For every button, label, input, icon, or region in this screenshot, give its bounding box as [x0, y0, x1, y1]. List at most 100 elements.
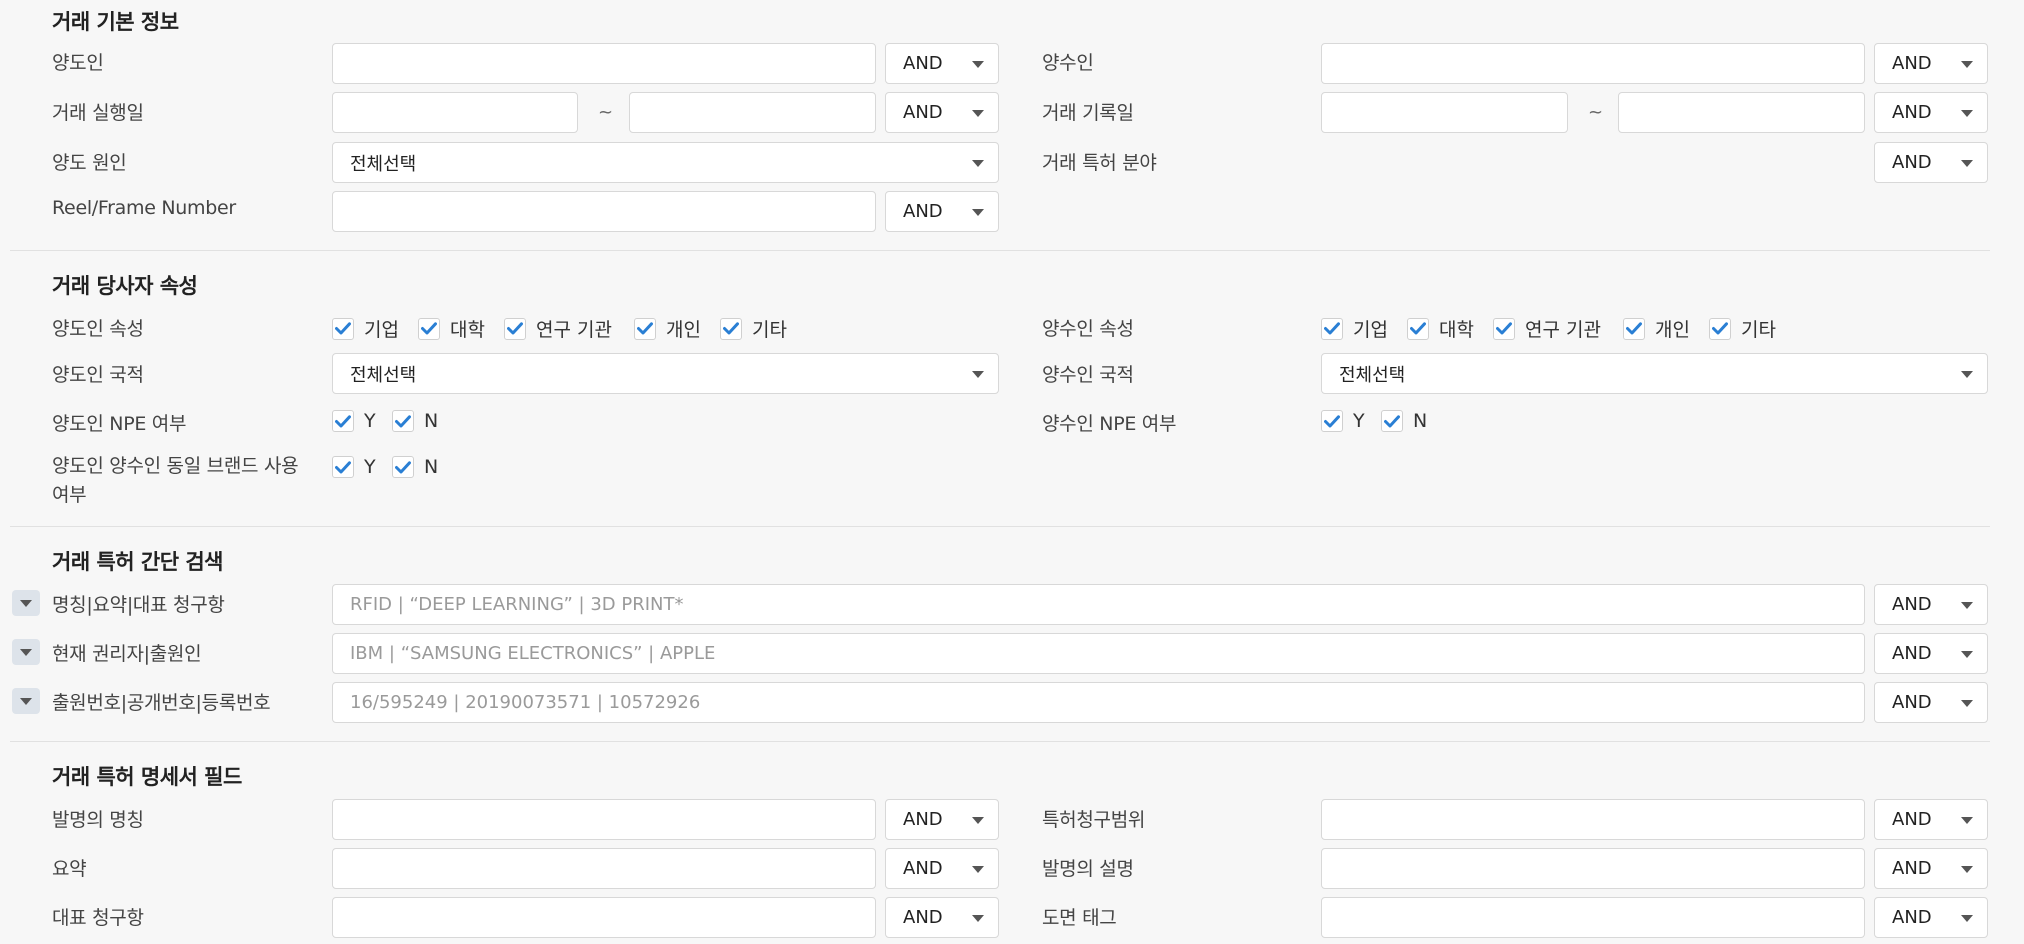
- op-value: AND: [1892, 643, 1932, 664]
- invention-title-label: 발명의 명칭: [52, 809, 144, 831]
- reason-select[interactable]: 전체선택: [332, 142, 999, 183]
- chevron-down-icon: [972, 61, 984, 68]
- date-range-separator: ~: [1588, 102, 1604, 123]
- abstract-label: 요약: [52, 858, 87, 880]
- exec-date-to-input[interactable]: [629, 92, 876, 133]
- assignee-attr-checkbox-3[interactable]: 개인: [1623, 315, 1690, 342]
- record-date-op-select[interactable]: AND: [1874, 92, 1988, 133]
- assignee-attr-checkbox-0[interactable]: 기업: [1321, 315, 1388, 342]
- drawing-tag-op-select[interactable]: AND: [1874, 897, 1988, 938]
- assignee-input[interactable]: [1321, 43, 1865, 84]
- assignor-input[interactable]: [332, 43, 876, 84]
- drawing-tag-input[interactable]: [1321, 897, 1865, 938]
- same-brand-label: 양도인 양수인 동일 브랜드 사용 여부: [52, 455, 299, 506]
- checkbox-label: 연구 기관: [536, 319, 612, 341]
- number-label: 출원번호|공개번호|등록번호: [52, 692, 271, 714]
- expand-toggle-button[interactable]: [12, 639, 40, 665]
- invention-title-input[interactable]: [332, 799, 876, 840]
- assignee-attr-checkbox-1[interactable]: 대학: [1407, 315, 1474, 342]
- assignor-attr-checkbox-4[interactable]: 기타: [720, 315, 787, 342]
- assignee-attr-checkbox-4[interactable]: 기타: [1709, 315, 1776, 342]
- no-checkbox-2[interactable]: N: [392, 456, 438, 478]
- select-value: 전체선택: [1339, 364, 1406, 386]
- exec-date-op-select[interactable]: AND: [885, 92, 999, 133]
- reel-op-select[interactable]: AND: [885, 191, 999, 232]
- record-date-label: 거래 기록일: [1042, 102, 1134, 124]
- exec-date-from-input[interactable]: [332, 92, 578, 133]
- assignee-attr-checkbox-2[interactable]: 연구 기관: [1493, 315, 1601, 342]
- abstract-input[interactable]: [332, 848, 876, 889]
- invention-title-op-select[interactable]: AND: [885, 799, 999, 840]
- chevron-down-icon: [1961, 866, 1973, 873]
- claims-op-select[interactable]: AND: [1874, 799, 1988, 840]
- chevron-down-icon: [1961, 700, 1973, 707]
- op-value: AND: [1892, 809, 1932, 830]
- assignee-op-select[interactable]: AND: [1874, 43, 1988, 84]
- abstract-op-select[interactable]: AND: [885, 848, 999, 889]
- chevron-down-icon: [972, 110, 984, 117]
- section-divider: [10, 741, 1990, 742]
- assignor-nat-select[interactable]: 전체선택: [332, 353, 999, 394]
- expand-toggle-button[interactable]: [12, 590, 40, 616]
- field-op-select[interactable]: AND: [1874, 142, 1988, 183]
- chevron-down-icon: [972, 915, 984, 922]
- checkbox-label: 기업: [364, 319, 399, 341]
- chevron-down-icon: [972, 817, 984, 824]
- assignor-attr-checkbox-1[interactable]: 대학: [418, 315, 485, 342]
- claims-input[interactable]: [1321, 799, 1865, 840]
- checkmark-icon: [1321, 410, 1343, 432]
- checkmark-icon: [1321, 317, 1343, 340]
- rep-claim-input[interactable]: [332, 897, 876, 938]
- yes-checkbox-1[interactable]: Y: [1321, 410, 1365, 432]
- op-value: AND: [1892, 53, 1932, 74]
- no-checkbox-0[interactable]: N: [392, 410, 438, 432]
- checkmark-icon: [504, 317, 526, 340]
- assignor-attr-checkbox-3[interactable]: 개인: [634, 315, 701, 342]
- reel-input[interactable]: [332, 191, 876, 232]
- title-op-select[interactable]: AND: [1874, 584, 1988, 625]
- title-abstract-claim-input[interactable]: RFID | “DEEP LEARNING” | 3D PRINT*: [332, 584, 1865, 625]
- yes-checkbox-2[interactable]: Y: [332, 456, 376, 478]
- record-date-from-input[interactable]: [1321, 92, 1568, 133]
- chevron-down-icon: [1961, 651, 1973, 658]
- title-abstract-claim-label: 명칭|요약|대표 청구항: [52, 594, 225, 616]
- owner-op-select[interactable]: AND: [1874, 633, 1988, 674]
- assignee-attr-label: 양수인 속성: [1042, 318, 1134, 340]
- drawing-tag-label: 도면 태그: [1042, 907, 1117, 929]
- section-title-basic: 거래 기본 정보: [52, 10, 179, 34]
- placeholder-text: 16/595249 | 20190073571 | 10572926: [350, 692, 701, 713]
- description-input[interactable]: [1321, 848, 1865, 889]
- rep-claim-label: 대표 청구항: [52, 907, 144, 929]
- op-value: AND: [903, 201, 943, 222]
- checkbox-label: Y: [364, 410, 376, 432]
- section-divider: [10, 250, 1990, 251]
- checkmark-icon: [392, 456, 414, 478]
- assignee-nat-select[interactable]: 전체선택: [1321, 353, 1988, 394]
- expand-toggle-button[interactable]: [12, 688, 40, 714]
- assignor-op-select[interactable]: AND: [885, 43, 999, 84]
- checkmark-icon: [634, 317, 656, 340]
- checkmark-icon: [1493, 317, 1515, 340]
- section-divider: [10, 526, 1990, 527]
- checkmark-icon: [1407, 317, 1429, 340]
- chevron-down-icon: [1961, 160, 1973, 167]
- no-checkbox-1[interactable]: N: [1381, 410, 1427, 432]
- op-value: AND: [903, 53, 943, 74]
- yes-checkbox-0[interactable]: Y: [332, 410, 376, 432]
- rep-claim-op-select[interactable]: AND: [885, 897, 999, 938]
- owner-applicant-input[interactable]: IBM | “SAMSUNG ELECTRONICS” | APPLE: [332, 633, 1865, 674]
- checkbox-label: 기타: [1741, 319, 1776, 341]
- assignor-attr-checkbox-0[interactable]: 기업: [332, 315, 399, 342]
- record-date-to-input[interactable]: [1618, 92, 1865, 133]
- assignor-attr-checkbox-2[interactable]: 연구 기관: [504, 315, 612, 342]
- op-value: AND: [903, 102, 943, 123]
- op-value: AND: [903, 809, 943, 830]
- reel-label: Reel/Frame Number: [52, 197, 236, 219]
- description-op-select[interactable]: AND: [1874, 848, 1988, 889]
- checkmark-icon: [332, 317, 354, 340]
- chevron-down-icon: [972, 209, 984, 216]
- number-op-select[interactable]: AND: [1874, 682, 1988, 723]
- assignee-label: 양수인: [1042, 52, 1094, 74]
- op-value: AND: [903, 858, 943, 879]
- number-input[interactable]: 16/595249 | 20190073571 | 10572926: [332, 682, 1865, 723]
